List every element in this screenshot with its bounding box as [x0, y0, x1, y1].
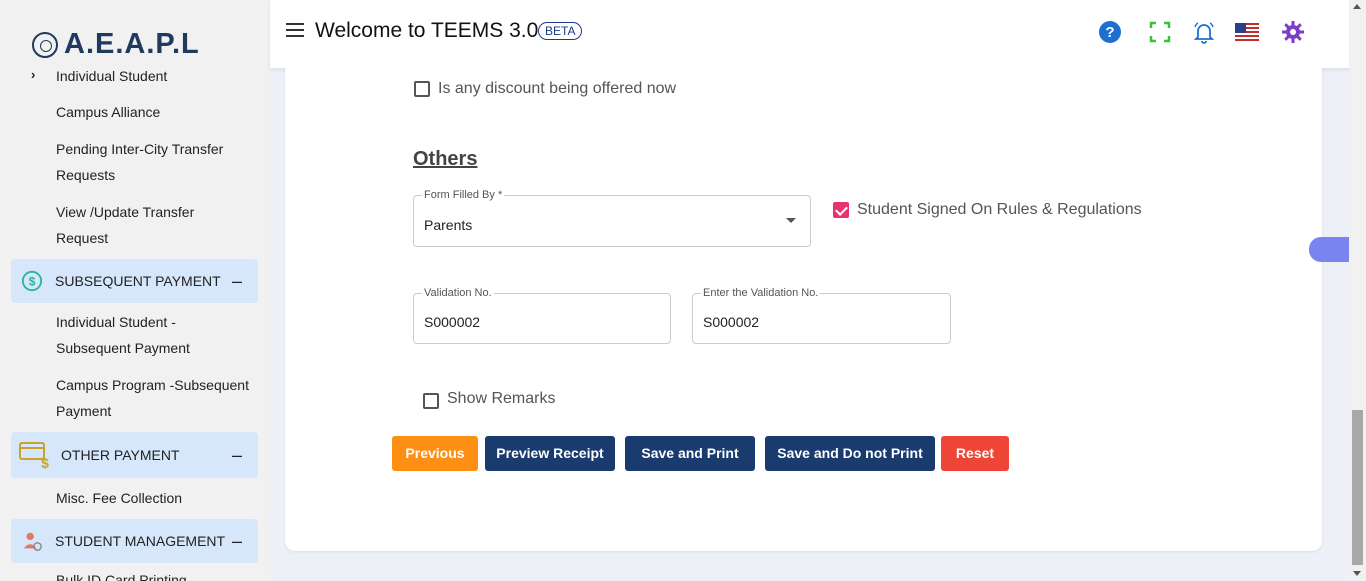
- field-label: Validation No.: [422, 287, 494, 299]
- scroll-up-icon[interactable]: [1353, 4, 1361, 9]
- section-subsequent-payment[interactable]: $ SUBSEQUENT PAYMENT –: [11, 259, 258, 303]
- scroll-down-icon[interactable]: [1353, 571, 1361, 576]
- reset-button[interactable]: Reset: [941, 436, 1009, 471]
- form-filled-by-select[interactable]: Form Filled By * Parents: [413, 189, 811, 247]
- discount-checkbox[interactable]: [414, 81, 430, 97]
- page-title: Welcome to TEEMS 3.0: [315, 19, 539, 42]
- field-value: Parents: [424, 217, 473, 233]
- card-payment-icon: $: [19, 442, 49, 470]
- dollar-circle-icon: $: [21, 270, 43, 292]
- validation-no-field[interactable]: Validation No. S000002: [413, 287, 671, 344]
- svg-text:?: ?: [1105, 24, 1114, 41]
- logo-text: A.E.A.P.L: [64, 28, 200, 60]
- save-and-print-button[interactable]: Save and Print: [625, 436, 755, 471]
- sidebar-item-update-transfer[interactable]: View /Update Transfer Request: [56, 199, 216, 251]
- sidebar-item-individual-student[interactable]: Individual Student: [56, 63, 256, 89]
- others-section-title: Others: [413, 148, 478, 170]
- section-label: STUDENT MANAGEMENT: [55, 533, 226, 549]
- sidebar-item-campus-alliance[interactable]: Campus Alliance: [56, 99, 256, 125]
- logo: A.E.A.P.L: [32, 28, 200, 61]
- vertical-scrollbar[interactable]: [1349, 0, 1366, 581]
- sidebar-item-campus-subsequent[interactable]: Campus Program -Subsequent Payment: [56, 372, 251, 424]
- sidebar-item-pending-transfer[interactable]: Pending Inter-City Transfer Requests: [56, 136, 236, 188]
- section-label: SUBSEQUENT PAYMENT: [55, 273, 221, 289]
- section-other-payment[interactable]: $ OTHER PAYMENT –: [11, 432, 258, 478]
- field-value: S000002: [424, 314, 481, 330]
- settings-gear-icon[interactable]: [1281, 20, 1305, 44]
- student-signed-label: Student Signed On Rules & Regulations: [857, 201, 1142, 218]
- student-settings-icon: [23, 532, 42, 551]
- field-label: Enter the Validation No.: [701, 287, 821, 299]
- enter-validation-no-field[interactable]: Enter the Validation No. S000002: [692, 287, 951, 344]
- discount-label: Is any discount being offered now: [438, 80, 677, 97]
- top-header: Welcome to TEEMS 3.0 BETA ?: [270, 0, 1366, 68]
- sidebar-item-bulk-id-card[interactable]: Bulk ID Card Printing: [56, 567, 256, 581]
- fullscreen-icon[interactable]: [1148, 20, 1172, 44]
- show-remarks-checkbox[interactable]: [423, 393, 439, 409]
- beta-badge: BETA: [538, 22, 583, 40]
- field-value: S000002: [703, 314, 760, 330]
- preview-receipt-button[interactable]: Preview Receipt: [485, 436, 615, 471]
- collapse-icon[interactable]: –: [232, 445, 242, 466]
- collapse-icon[interactable]: –: [232, 271, 242, 292]
- svg-text:$: $: [29, 275, 36, 289]
- svg-text:$: $: [41, 455, 49, 470]
- scroll-thumb[interactable]: [1352, 410, 1363, 565]
- hamburger-menu-icon[interactable]: [286, 23, 304, 37]
- chevron-right-icon[interactable]: ›: [31, 67, 35, 82]
- field-label: Form Filled By *: [422, 189, 505, 201]
- logo-emblem-icon: [32, 31, 58, 58]
- student-signed-checkbox[interactable]: [833, 202, 849, 218]
- side-drawer-tab[interactable]: [1309, 237, 1349, 262]
- us-flag-icon[interactable]: [1235, 23, 1259, 41]
- show-remarks-label: Show Remarks: [447, 390, 556, 407]
- chevron-down-icon[interactable]: [786, 218, 796, 223]
- collapse-icon[interactable]: –: [232, 531, 242, 552]
- previous-button[interactable]: Previous: [392, 436, 478, 471]
- sidebar: A.E.A.P.L › Individual Student Campus Al…: [0, 0, 270, 581]
- section-label: OTHER PAYMENT: [61, 447, 180, 463]
- sidebar-item-misc-fee[interactable]: Misc. Fee Collection: [56, 485, 256, 511]
- save-no-print-button[interactable]: Save and Do not Print: [765, 436, 935, 471]
- notification-bell-icon[interactable]: [1192, 20, 1216, 44]
- help-icon[interactable]: ?: [1098, 20, 1122, 44]
- section-student-management[interactable]: STUDENT MANAGEMENT –: [11, 519, 258, 563]
- sidebar-item-individual-subsequent[interactable]: Individual Student - Subsequent Payment: [56, 309, 226, 361]
